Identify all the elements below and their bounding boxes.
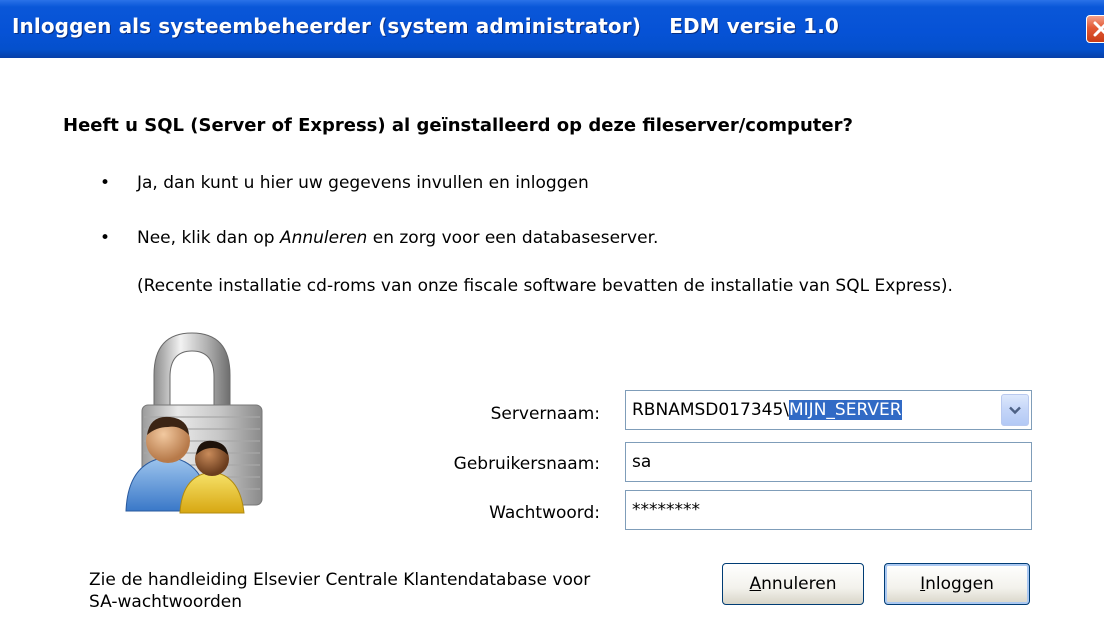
login-dialog: Inloggen als systeembeheerder (system ad… [0, 0, 1104, 637]
bullet-no: Nee, klik dan op Annuleren en zorg voor … [137, 228, 658, 248]
server-value-prefix: RBNAMSD017345\ [632, 400, 789, 420]
cancel-button[interactable]: Annuleren [722, 563, 864, 605]
bullet-no-suffix: en zorg voor een databaseserver. [367, 228, 659, 248]
sa-password-note: Zie de handleiding Elsevier Centrale Kla… [89, 570, 591, 612]
username-input[interactable]: sa [625, 442, 1032, 482]
server-value-selected: MIJN_SERVER [789, 400, 902, 420]
login-button[interactable]: Inloggen [884, 563, 1030, 605]
password-label: Wachtwoord: [489, 503, 600, 523]
title-bar[interactable]: Inloggen als systeembeheerder (system ad… [0, 0, 1104, 58]
cancel-mnemonic: A [749, 574, 762, 594]
bullet-dot: • [100, 173, 111, 193]
bullet-yes: Ja, dan kunt u hier uw gegevens invullen… [137, 173, 589, 193]
install-note: (Recente installatie cd-roms van onze fi… [137, 276, 953, 296]
password-input[interactable]: ******** [625, 490, 1032, 530]
server-dropdown-button[interactable] [1001, 394, 1029, 426]
title-main: Inloggen als systeembeheerder (system ad… [12, 14, 641, 38]
login-label-rest: nloggen [925, 574, 994, 594]
bullet-no-prefix: Nee, klik dan op [137, 228, 280, 248]
close-icon [1093, 21, 1104, 37]
bullet-no-emphasis: Annuleren [279, 228, 368, 248]
cancel-label-rest: nnuleren [761, 574, 837, 594]
window-title: Inloggen als systeembeheerder (system ad… [12, 14, 839, 38]
server-value: RBNAMSD017345\MIJN_SERVER [632, 400, 902, 420]
chevron-down-icon [1009, 406, 1021, 415]
title-version: EDM versie 1.0 [669, 14, 839, 38]
question-heading: Heeft u SQL (Server of Express) al geïns… [63, 115, 853, 136]
server-combobox[interactable]: RBNAMSD017345\MIJN_SERVER [625, 390, 1032, 430]
bullet-dot: • [100, 228, 111, 248]
server-label: Servernaam: [490, 404, 600, 424]
close-button[interactable] [1086, 15, 1104, 43]
user-label: Gebruikersnaam: [453, 454, 600, 474]
padlock-users-icon [125, 332, 263, 514]
